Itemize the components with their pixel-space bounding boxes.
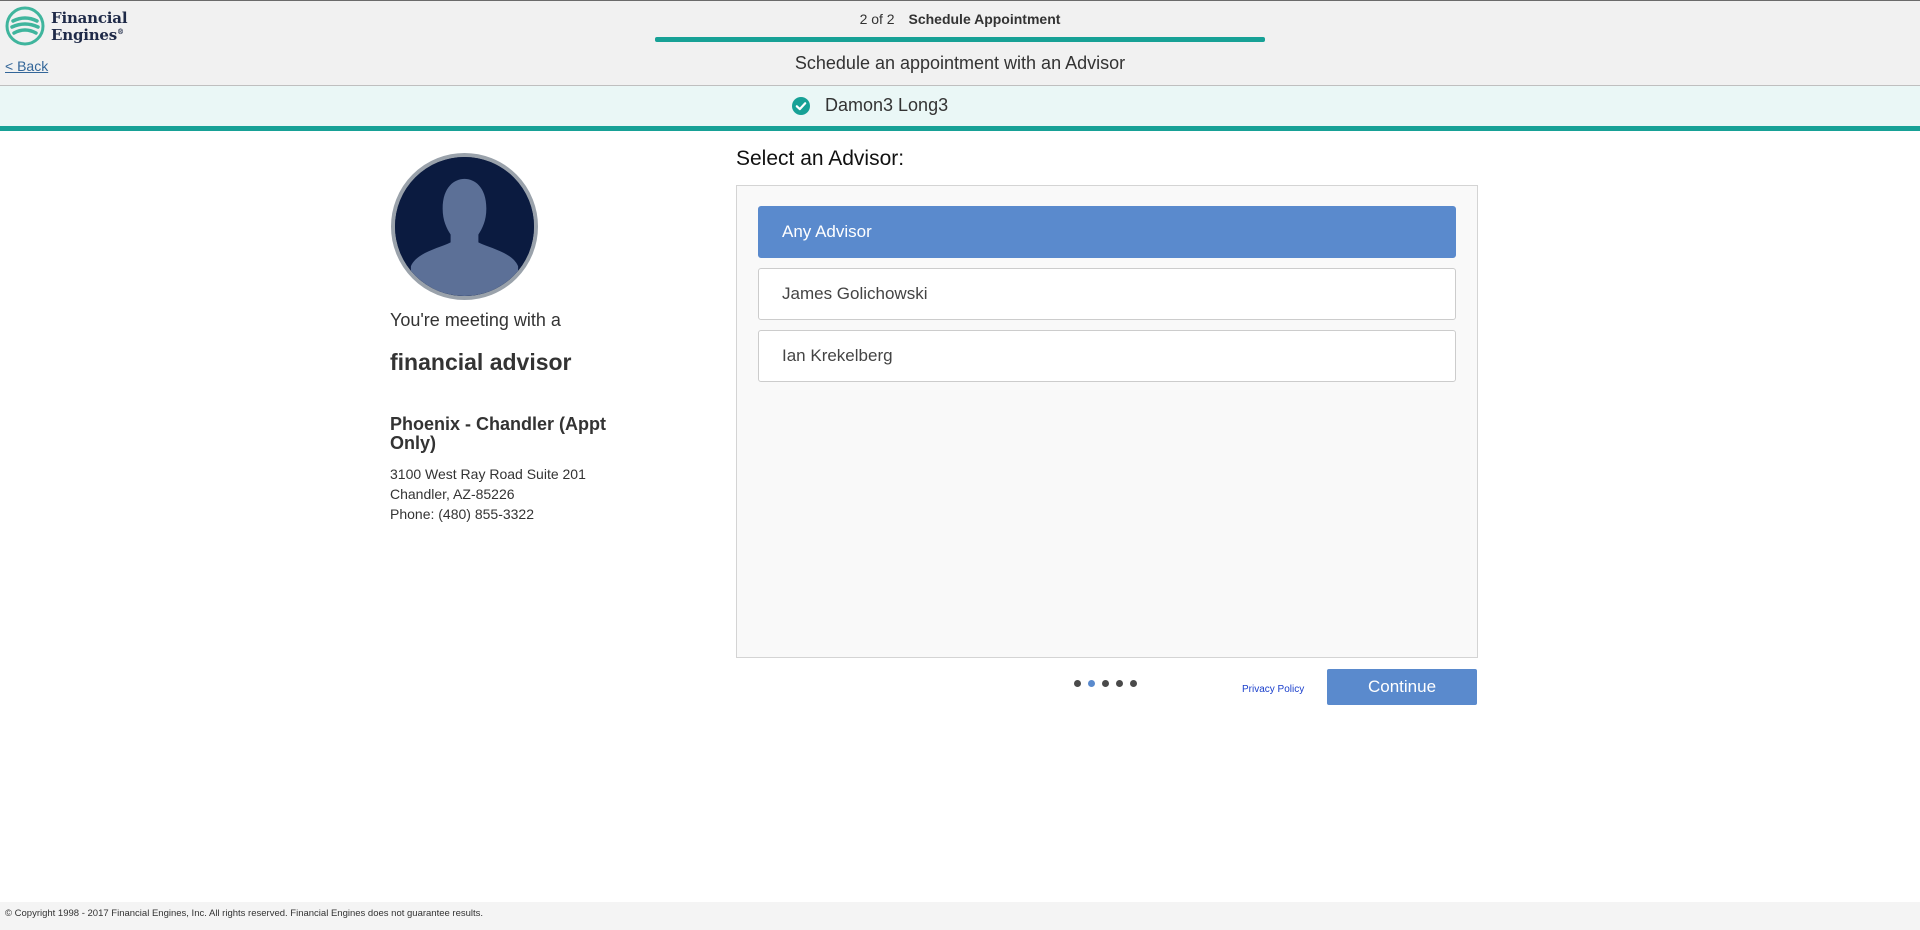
avatar <box>391 153 538 300</box>
privacy-policy-link[interactable]: Privacy Policy <box>1242 684 1304 695</box>
person-silhouette-icon <box>395 157 534 296</box>
check-circle-icon <box>792 97 810 115</box>
client-bar: Damon3 Long3 <box>0 86 1920 131</box>
step-title: Schedule Appointment <box>908 11 1061 27</box>
progress-fill <box>655 37 1265 42</box>
continue-button[interactable]: Continue <box>1327 669 1477 705</box>
pagination-dots <box>1074 680 1137 687</box>
pager-dot[interactable] <box>1088 680 1095 687</box>
step-count: 2 of 2 <box>859 11 895 27</box>
meeting-with-text: You're meeting with a <box>390 310 561 330</box>
back-link[interactable]: < Back <box>5 58 48 74</box>
copyright-footer: © Copyright 1998 - 2017 Financial Engine… <box>0 902 1920 930</box>
step-indicator: 2 of 2 Schedule Appointment <box>655 11 1265 27</box>
logo-wordmark: Financial Engines® <box>51 8 128 44</box>
registered-mark: ® <box>117 26 124 36</box>
advisor-role: financial advisor <box>390 349 572 375</box>
copyright-text: © Copyright 1998 - 2017 Financial Engine… <box>5 908 484 919</box>
page-title: Schedule an appointment with an Advisor <box>794 53 1126 73</box>
progress-bar <box>655 37 1265 42</box>
pager-dot[interactable] <box>1130 680 1137 687</box>
logo-line-2: Engines <box>51 25 118 44</box>
brand-logo[interactable]: Financial Engines® <box>5 6 128 46</box>
select-advisor-heading: Select an Advisor: <box>736 147 905 170</box>
financial-engines-logo-icon <box>5 6 45 46</box>
office-name: Phoenix - Chandler (Appt Only) <box>390 414 606 453</box>
client-name: Damon3 Long3 <box>825 95 949 115</box>
advisor-list-panel: Any Advisor James Golichowski Ian Krekel… <box>736 185 1478 658</box>
pager-dot[interactable] <box>1102 680 1109 687</box>
office-address-line-2: Chandler, AZ-85226 <box>390 486 515 502</box>
office-phone: Phone: (480) 855-3322 <box>390 506 534 522</box>
top-header: Financial Engines® < Back 2 of 2 Schedul… <box>0 0 1920 86</box>
advisor-option-james-golichowski[interactable]: James Golichowski <box>758 268 1456 320</box>
pager-dot[interactable] <box>1116 680 1123 687</box>
office-address-line-1: 3100 West Ray Road Suite 201 <box>390 466 586 482</box>
advisor-option-ian-krekelberg[interactable]: Ian Krekelberg <box>758 330 1456 382</box>
advisor-option-any[interactable]: Any Advisor <box>758 206 1456 258</box>
logo-line-1: Financial <box>51 8 128 27</box>
pager-dot[interactable] <box>1074 680 1081 687</box>
